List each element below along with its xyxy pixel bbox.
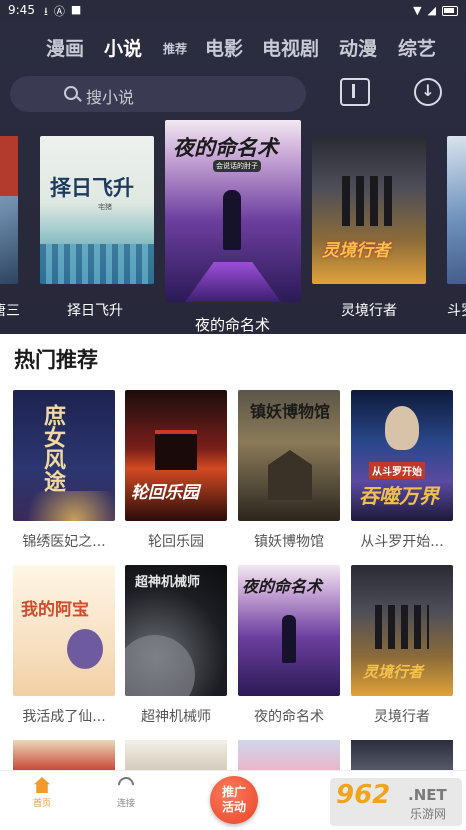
book-cover	[447, 136, 466, 284]
cover-title: 轮回乐园	[131, 483, 199, 503]
book-cover: 夜的命名术	[238, 565, 340, 696]
cover-title: 镇妖博物馆	[250, 402, 331, 421]
book-cover-partial[interactable]	[125, 740, 227, 770]
tab-tv-series[interactable]: 电视剧	[262, 34, 319, 61]
book-title: 镇妖博物馆	[254, 534, 324, 550]
book-cover: 轮回乐园	[125, 390, 227, 521]
tab-anime[interactable]: 动漫	[339, 34, 377, 61]
book-cover: 庶女风途	[13, 390, 115, 521]
tab-novels[interactable]: 小说	[104, 34, 142, 61]
carousel-title: 斗罗	[447, 303, 466, 319]
carousel-item-active[interactable]: 夜的命名术 会说话的肘子 夜的命名术	[165, 120, 301, 334]
cover-title: 超神机械师	[135, 575, 201, 590]
wifi-icon: ▼	[413, 4, 422, 17]
book-cover: 超神机械师	[125, 565, 227, 696]
status-time: 9:45	[8, 3, 35, 17]
home-icon	[34, 777, 50, 793]
tab-variety[interactable]: 综艺	[398, 34, 436, 61]
cover-title: 灵境行者	[322, 241, 390, 261]
cover-author: 宅猪	[98, 203, 112, 211]
tab-recommend[interactable]: 推荐	[163, 40, 187, 57]
cover-title: 庶女风途	[40, 404, 66, 492]
book-title: 从斗罗开始...	[360, 534, 444, 550]
book-title: 我活成了仙...	[22, 709, 106, 725]
book-title: 灵境行者	[374, 709, 430, 725]
cover-title: 灵境行者	[363, 663, 424, 681]
watermark-cn: 乐游网	[410, 807, 447, 821]
top-header: 漫画 小说 推荐 电影 电视剧 动漫 综艺 搜小说 ↓ 唐三 择日飞升 宅猪 择…	[0, 22, 466, 334]
category-tabs: 漫画 小说 推荐 电影 电视剧 动漫 综艺	[0, 34, 466, 64]
book-card[interactable]: 我的阿宝 我活成了仙...	[13, 565, 115, 726]
book-card[interactable]: 镇妖博物馆 镇妖博物馆	[238, 390, 340, 551]
book-card[interactable]: 超神机械师 超神机械师	[125, 565, 227, 726]
carousel-item[interactable]: 择日飞升 宅猪 择日飞升	[40, 136, 154, 319]
carousel-title: 灵境行者	[341, 303, 397, 319]
cover-title: 夜的命名术	[173, 136, 278, 160]
book-cover-partial[interactable]	[13, 740, 115, 770]
wifi-icon	[114, 773, 138, 797]
download-icon: ⭳	[44, 5, 48, 18]
book-card[interactable]: 庶女风途 锦绣医妃之...	[13, 390, 115, 551]
book-title: 轮回乐园	[148, 534, 204, 550]
search-icon	[64, 86, 78, 100]
nav-label: 首页	[32, 799, 51, 809]
nav-label: 连接	[116, 799, 135, 809]
book-cover: 镇妖博物馆	[238, 390, 340, 521]
cover-title: 夜的命名术	[242, 577, 323, 596]
cover-title: 从斗罗开始	[369, 462, 425, 479]
signal-icon: ◢	[427, 4, 436, 17]
promo-line2: 活动	[221, 800, 246, 814]
carousel-item[interactable]: 灵境行者 灵境行者	[312, 136, 426, 319]
featured-carousel: 唐三 择日飞升 宅猪 择日飞升 夜的命名术 会说话的肘子 夜的命名术 灵境行者	[0, 118, 466, 334]
download-circle-icon[interactable]: ↓	[414, 78, 442, 106]
book-cover: 从斗罗开始 吞噬万界	[351, 390, 453, 521]
book-cover: 我的阿宝	[13, 565, 115, 696]
book-title: 锦绣医妃之...	[22, 534, 106, 550]
a-icon: Ⓐ	[53, 5, 65, 18]
book-cover: 灵境行者	[312, 136, 426, 284]
book-title: 超神机械师	[141, 709, 211, 725]
carousel-item[interactable]: 唐三	[0, 136, 20, 319]
book-cover: 择日飞升 宅猪	[40, 136, 154, 284]
book-cover-partial[interactable]	[238, 740, 340, 770]
carousel-title: 择日飞升	[67, 303, 123, 319]
battery-icon	[442, 5, 458, 16]
tab-comics[interactable]: 漫画	[46, 34, 84, 61]
nav-home[interactable]: 首页	[12, 777, 72, 809]
book-card[interactable]: 从斗罗开始 吞噬万界 从斗罗开始...	[351, 390, 453, 551]
search-input[interactable]: 搜小说	[10, 76, 306, 112]
watermark-net: .NET	[408, 786, 447, 804]
book-card[interactable]: 夜的命名术 夜的命名术	[238, 565, 340, 726]
tab-movies[interactable]: 电影	[205, 34, 243, 61]
cover-title: 我的阿宝	[21, 600, 89, 620]
book-title: 夜的命名术	[254, 709, 324, 725]
book-cover: 夜的命名术 会说话的肘子	[165, 120, 301, 302]
site-watermark: 962 .NET 乐游网	[330, 778, 462, 826]
cover-title: 择日飞升	[50, 175, 134, 200]
carousel-title: 唐三	[0, 303, 20, 319]
status-bar: 9:45 ⭳ Ⓐ ■ ▼ ◢	[0, 0, 466, 22]
square-icon: ■	[70, 3, 82, 16]
bookshelf-icon[interactable]	[340, 78, 370, 106]
book-card[interactable]: 灵境行者 灵境行者	[351, 565, 453, 726]
promo-line1: 推广	[221, 785, 246, 799]
book-cover: 灵境行者	[351, 565, 453, 696]
book-cover	[0, 136, 18, 284]
book-card[interactable]: 轮回乐园 轮回乐园	[125, 390, 227, 551]
search-placeholder: 搜小说	[86, 88, 135, 107]
book-cover-partial[interactable]	[351, 740, 453, 770]
section-title: 热门推荐	[14, 348, 98, 372]
carousel-title: 夜的命名术	[195, 316, 271, 334]
nav-connect[interactable]: 连接	[96, 773, 156, 809]
promo-button[interactable]: 推广 活动	[210, 776, 258, 824]
cover-author: 会说话的肘子	[213, 160, 261, 172]
watermark-number: 962	[336, 780, 391, 810]
carousel-item[interactable]: 斗罗	[447, 136, 466, 319]
